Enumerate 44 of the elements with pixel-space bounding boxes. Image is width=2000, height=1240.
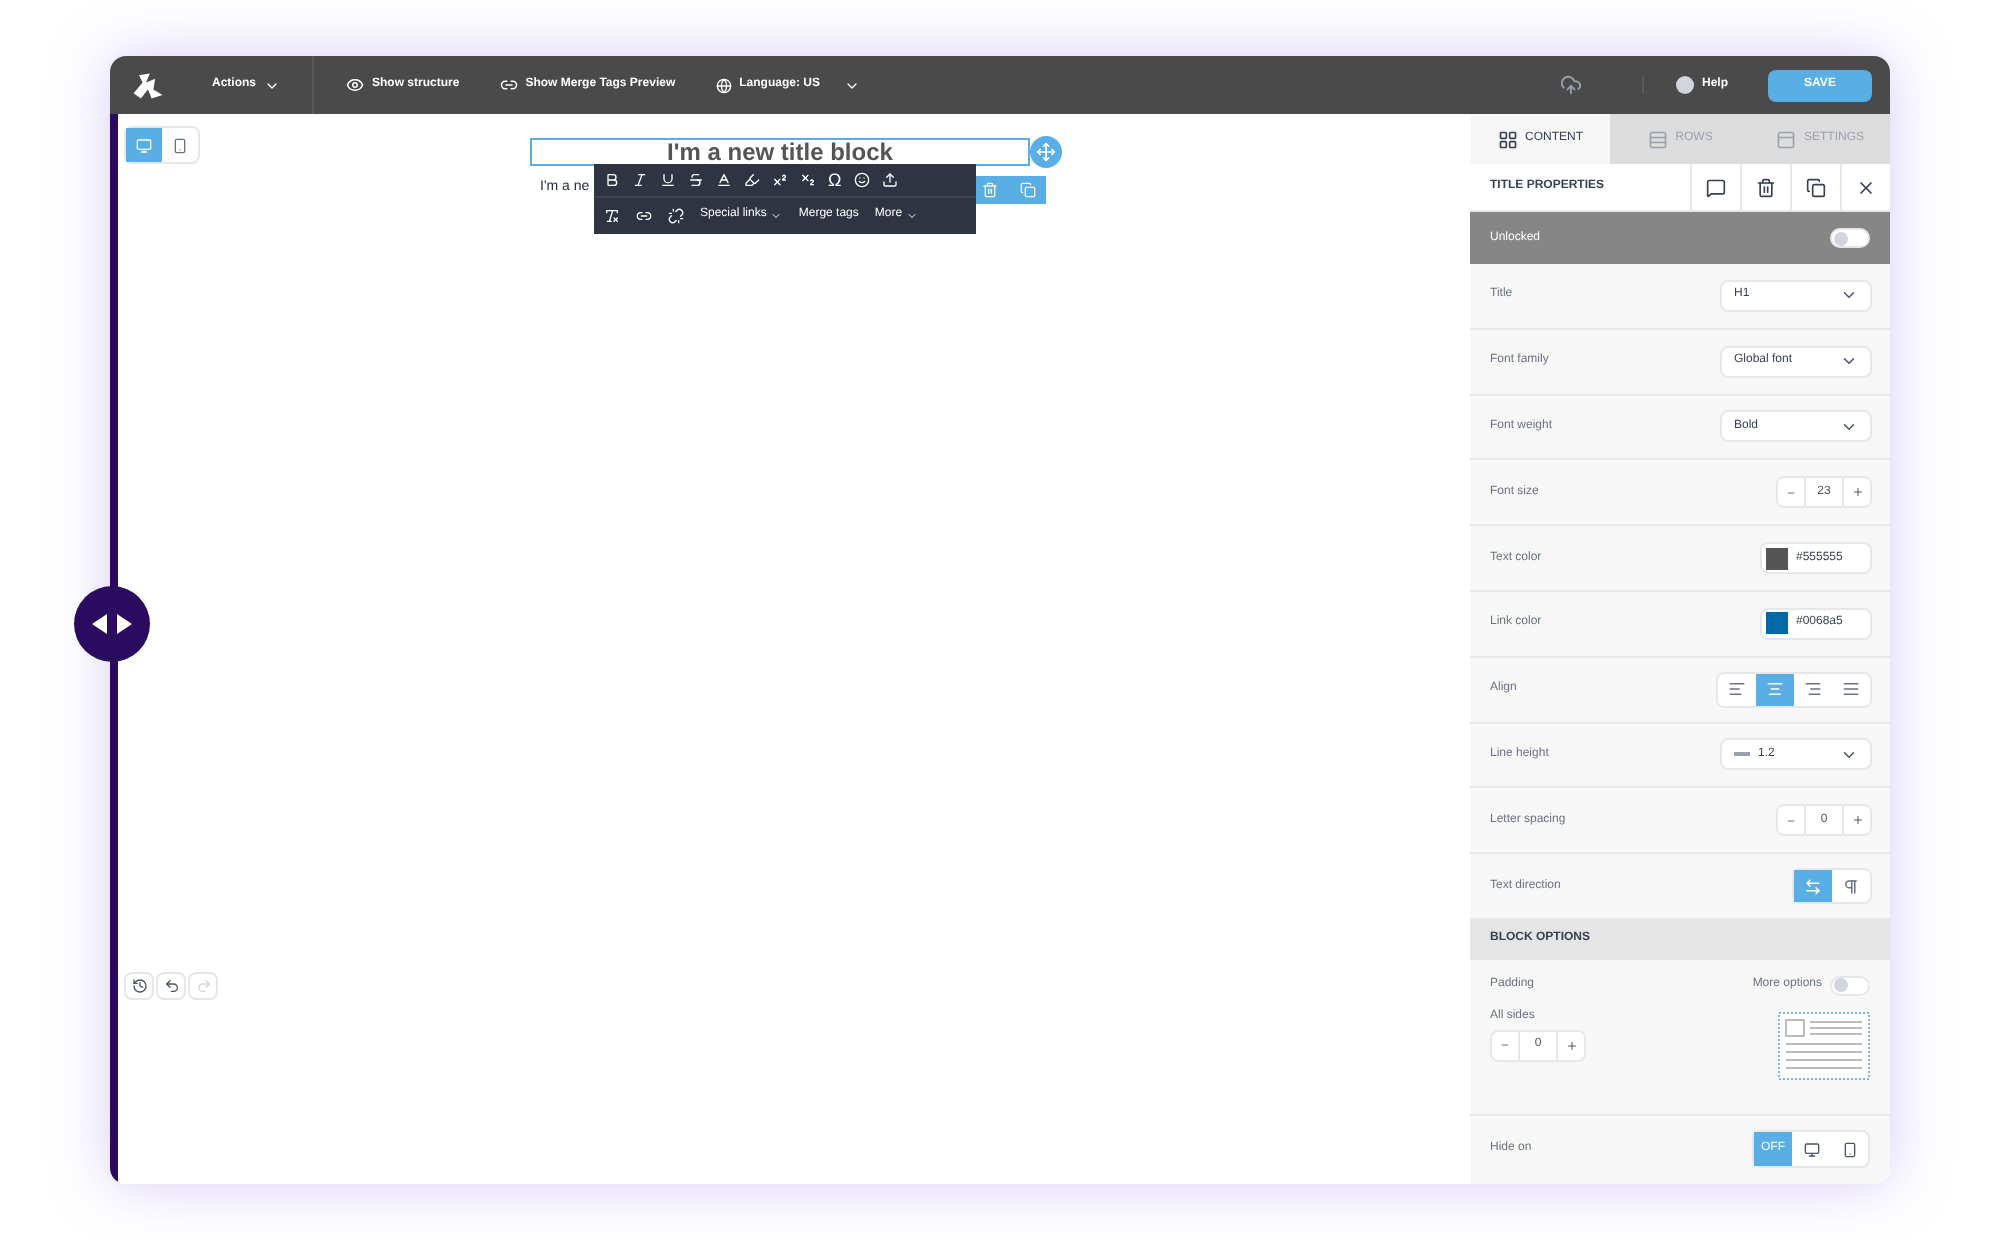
globe-icon (715, 77, 732, 93)
bold-icon[interactable] (604, 172, 620, 188)
align-right-icon (1804, 680, 1822, 699)
underline-icon[interactable] (660, 172, 676, 188)
link-icon (499, 76, 518, 94)
cloud-upload-icon (1559, 74, 1582, 96)
emoji-icon[interactable] (853, 172, 870, 188)
upload-icon[interactable] (881, 172, 898, 188)
more-options-toggle[interactable] (1830, 975, 1870, 996)
view-toggle-button[interactable] (126, 128, 162, 162)
strikethrough-icon[interactable] (688, 172, 704, 188)
undo-icon[interactable] (156, 972, 186, 1000)
monitor-icon (1803, 1141, 1819, 1158)
align-left-icon (1728, 680, 1746, 699)
phone-icon (1841, 1141, 1857, 1158)
clear-format-icon[interactable] (604, 207, 620, 223)
chevron-down-icon (906, 209, 919, 221)
panel-icon (1775, 129, 1796, 149)
special-character-button[interactable]: Ω (828, 171, 842, 189)
copy-icon (1019, 182, 1035, 198)
trash-icon (981, 182, 997, 198)
grid-icon (1497, 129, 1517, 149)
help-icon (1675, 76, 1694, 94)
logo-icon (128, 67, 168, 103)
phone-icon (172, 137, 188, 153)
highlighter-icon[interactable] (744, 172, 760, 188)
italic-icon[interactable] (632, 172, 648, 188)
align-justify-icon (1842, 680, 1860, 699)
link-icon[interactable] (636, 207, 652, 223)
lock-toggle[interactable] (1830, 228, 1870, 248)
text-color-icon[interactable] (716, 172, 732, 188)
monitor-icon (136, 137, 152, 153)
rows-icon (1647, 129, 1668, 149)
padding-preview-drawing (1778, 1011, 1870, 1080)
subscript-icon[interactable] (800, 172, 816, 188)
eye-icon (346, 76, 365, 94)
align-center-icon (1766, 680, 1784, 699)
history-icon[interactable] (124, 972, 154, 1000)
superscript-icon[interactable] (772, 172, 788, 188)
arrows-icon (1804, 877, 1822, 896)
pilcrow-icon (1842, 877, 1860, 896)
chevron-down-icon (770, 209, 783, 221)
move-handle-icon[interactable] (1030, 136, 1062, 168)
unlink-icon[interactable] (668, 207, 684, 223)
